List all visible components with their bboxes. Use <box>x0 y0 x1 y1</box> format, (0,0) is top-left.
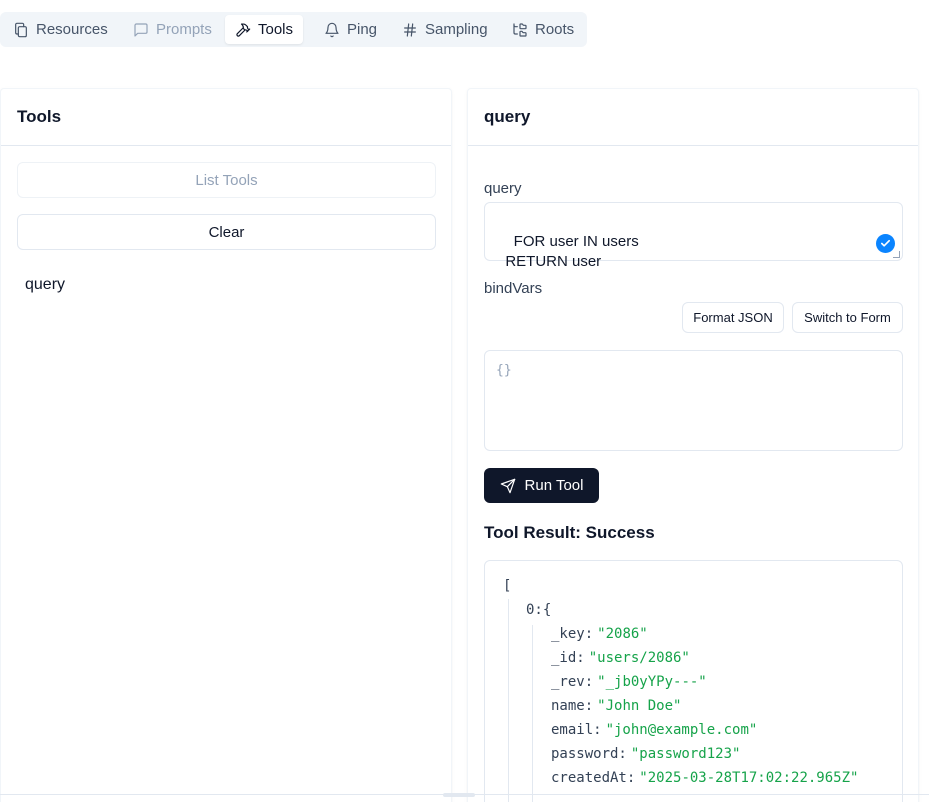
json-key: createdAt: <box>551 770 636 786</box>
json-index-key: 0: <box>526 602 543 618</box>
tool-result-title: Tool Result: Success <box>484 523 655 542</box>
tab-roots[interactable]: Roots <box>502 15 584 44</box>
run-tool-label: Run Tool <box>524 477 584 494</box>
tab-label: Tools <box>258 21 294 38</box>
json-key: _id: <box>551 650 585 666</box>
tab-tools[interactable]: Tools <box>225 15 304 44</box>
json-field: email: "john@example.com" <box>551 722 757 738</box>
json-value: "_jb0yYPy---" <box>597 674 707 690</box>
json-key: name: <box>551 698 594 714</box>
query-input-value: FOR user IN users RETURN user <box>505 233 639 270</box>
tool-result-json: [ 0:{ _key: "2086" _id: "users/2086" _rev:… <box>484 560 903 802</box>
tab-label: Ping <box>347 21 378 38</box>
tab-label: Resources <box>36 21 108 38</box>
json-value: "John Doe" <box>597 698 682 714</box>
json-key: password: <box>551 746 627 762</box>
bindvars-input-value: {} <box>496 363 512 378</box>
tool-detail-panel: query query FOR user IN users RETURN use… <box>467 88 919 802</box>
json-field: createdAt: "2025-03-28T17:02:22.965Z" <box>551 770 858 786</box>
query-label: query <box>484 180 522 197</box>
tools-panel: Tools List Tools Clear query <box>0 88 452 802</box>
format-json-button[interactable]: Format JSON <box>682 302 784 333</box>
json-key: email: <box>551 722 602 738</box>
send-icon <box>500 478 515 493</box>
json-value: "password123" <box>630 746 741 762</box>
tab-label: Prompts <box>156 21 212 38</box>
json-indent-guide <box>532 625 533 802</box>
tools-panel-title: Tools <box>1 89 451 146</box>
tab-label: Roots <box>535 21 575 38</box>
clear-button[interactable]: Clear <box>17 214 436 250</box>
files-icon <box>15 22 27 37</box>
tool-detail-title: query <box>468 89 918 146</box>
json-field: _key: "2086" <box>551 626 648 642</box>
run-tool-button[interactable]: Run Tool <box>484 468 599 503</box>
tab-sampling[interactable]: Sampling <box>392 15 498 44</box>
tab-ping[interactable]: Ping <box>314 15 387 44</box>
json-indent-guide <box>508 599 509 802</box>
list-tools-button[interactable]: List Tools <box>17 162 436 198</box>
tab-list: Resources Prompts Tools Ping Sampling Ro… <box>0 12 587 47</box>
json-open-brace: { <box>542 602 552 618</box>
message-square-icon <box>134 22 148 37</box>
query-input[interactable]: FOR user IN users RETURN user <box>484 202 903 270</box>
panel-resize-handle[interactable] <box>443 793 475 797</box>
json-key: _key: <box>551 626 594 642</box>
json-field: name: "John Doe" <box>551 698 681 714</box>
bindvars-label: bindVars <box>484 280 543 297</box>
json-field: _id: "users/2086" <box>551 650 690 666</box>
tab-prompts[interactable]: Prompts <box>123 15 222 44</box>
json-array-item[interactable]: 0:{ <box>526 602 551 618</box>
json-field: _rev: "_jb0yYPy---" <box>551 674 707 690</box>
bindvars-input[interactable]: {} <box>484 350 903 451</box>
json-value: "2086" <box>597 626 648 642</box>
bell-icon <box>325 22 339 37</box>
tab-resources[interactable]: Resources <box>3 15 118 44</box>
json-key: _rev: <box>551 674 594 690</box>
tool-list-item-query[interactable]: query <box>25 276 65 294</box>
json-open-bracket: [ <box>503 578 512 594</box>
json-value: "users/2086" <box>588 650 690 666</box>
switch-to-form-button[interactable]: Switch to Form <box>792 302 903 333</box>
json-value: "2025-03-28T17:02:22.965Z" <box>639 770 859 786</box>
hash-icon <box>404 22 416 37</box>
json-field: password: "password123" <box>551 746 740 762</box>
resize-handle[interactable] <box>893 251 900 258</box>
folder-tree-icon <box>513 22 527 37</box>
tab-label: Sampling <box>425 21 488 38</box>
json-value: "john@example.com" <box>605 722 758 738</box>
hammer-icon <box>236 22 251 37</box>
